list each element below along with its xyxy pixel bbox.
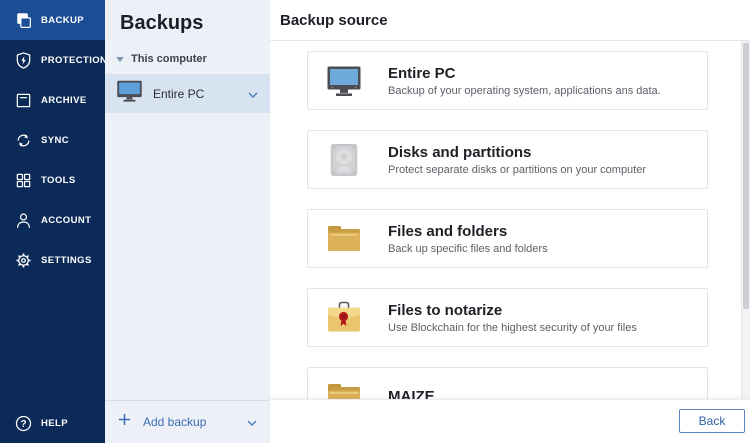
source-card-disks-partitions[interactable]: Disks and partitions Protect separate di… [307, 130, 708, 189]
sidebar-item-label: SETTINGS [41, 255, 92, 266]
card-title: Files and folders [388, 223, 548, 240]
sidebar-item-label: TOOLS [41, 175, 76, 186]
card-text: Files and folders Back up specific files… [388, 223, 548, 255]
sidebar-item-account[interactable]: ACCOUNT [0, 200, 105, 240]
hard-disk-icon [326, 142, 362, 178]
backup-icon [13, 10, 33, 30]
card-description: Protect separate disks or partitions on … [388, 164, 646, 176]
archive-icon [13, 90, 33, 110]
bottom-action-bar: Back [270, 399, 750, 443]
computer-group-label: This computer [131, 53, 207, 65]
backup-source-card-list: Entire PC Backup of your operating syste… [307, 41, 708, 400]
card-text: Disks and partitions Protect separate di… [388, 144, 646, 176]
main-sidebar: BACKUP PROTECTION ARCHIVE [0, 0, 105, 443]
card-title: Entire PC [388, 65, 661, 82]
sidebar-item-label: ACCOUNT [41, 215, 91, 226]
backup-source-pane: Backup source Entire PC Backup of your o… [270, 0, 750, 443]
backups-panel-title: Backups [120, 12, 270, 35]
sidebar-item-label: SYNC [41, 135, 69, 146]
source-card-maize[interactable]: MAIZE [307, 367, 708, 400]
svg-text:?: ? [20, 418, 26, 429]
sidebar-item-sync[interactable]: SYNC [0, 120, 105, 160]
scrollbar-thumb[interactable] [743, 43, 749, 309]
add-backup-label: Add backup [143, 415, 206, 429]
app-window: BACKUP PROTECTION ARCHIVE [0, 0, 750, 443]
add-backup-button[interactable]: Add backup [105, 400, 270, 443]
sync-icon [13, 130, 33, 150]
page-title: Backup source [280, 12, 388, 29]
sidebar-item-settings[interactable]: SETTINGS [0, 240, 105, 280]
chevron-down-icon[interactable] [247, 413, 257, 431]
sidebar-spacer [0, 280, 105, 403]
source-card-entire-pc[interactable]: Entire PC Backup of your operating syste… [307, 51, 708, 110]
card-text: Files to notarize Use Blockchain for the… [388, 302, 637, 334]
sidebar-item-tools[interactable]: TOOLS [0, 160, 105, 200]
account-icon [13, 210, 33, 230]
sidebar-item-protection[interactable]: PROTECTION [0, 40, 105, 80]
notarize-briefcase-icon [326, 300, 362, 336]
card-description: Use Blockchain for the highest security … [388, 322, 637, 334]
source-card-files-folders[interactable]: Files and folders Back up specific files… [307, 209, 708, 268]
card-title: Disks and partitions [388, 144, 646, 161]
monitor-icon [326, 63, 362, 99]
sidebar-item-backup[interactable]: BACKUP [0, 0, 105, 40]
backup-item-name: Entire PC [153, 87, 204, 101]
card-description: Back up specific files and folders [388, 243, 548, 255]
sidebar-item-label: BACKUP [41, 15, 84, 26]
card-text: Entire PC Backup of your operating syste… [388, 65, 661, 97]
back-button[interactable]: Back [679, 409, 745, 433]
folder-icon [326, 221, 362, 257]
main-header: Backup source [270, 0, 750, 41]
sidebar-item-label: ARCHIVE [41, 95, 87, 106]
sidebar-item-label: PROTECTION [41, 55, 107, 66]
backups-panel: Backups This computer Entire PC [105, 0, 270, 443]
tools-icon [13, 170, 33, 190]
chevron-down-icon[interactable] [248, 85, 258, 103]
help-icon: ? [13, 413, 33, 433]
backup-list-item-entire-pc[interactable]: Entire PC [105, 74, 270, 113]
protection-icon [13, 50, 33, 70]
folder-icon [326, 379, 362, 401]
collapse-triangle-icon [116, 57, 124, 62]
monitor-icon [116, 80, 143, 108]
source-card-files-to-notarize[interactable]: Files to notarize Use Blockchain for the… [307, 288, 708, 347]
vertical-scrollbar[interactable] [741, 41, 750, 400]
sidebar-item-help[interactable]: ? HELP [0, 403, 105, 443]
plus-icon [118, 413, 131, 431]
card-description: Backup of your operating system, applica… [388, 85, 661, 97]
settings-icon [13, 250, 33, 270]
sidebar-item-label: HELP [41, 418, 68, 429]
sidebar-item-archive[interactable]: ARCHIVE [0, 80, 105, 120]
computer-group-header[interactable]: This computer [116, 53, 270, 65]
card-title: Files to notarize [388, 302, 637, 319]
